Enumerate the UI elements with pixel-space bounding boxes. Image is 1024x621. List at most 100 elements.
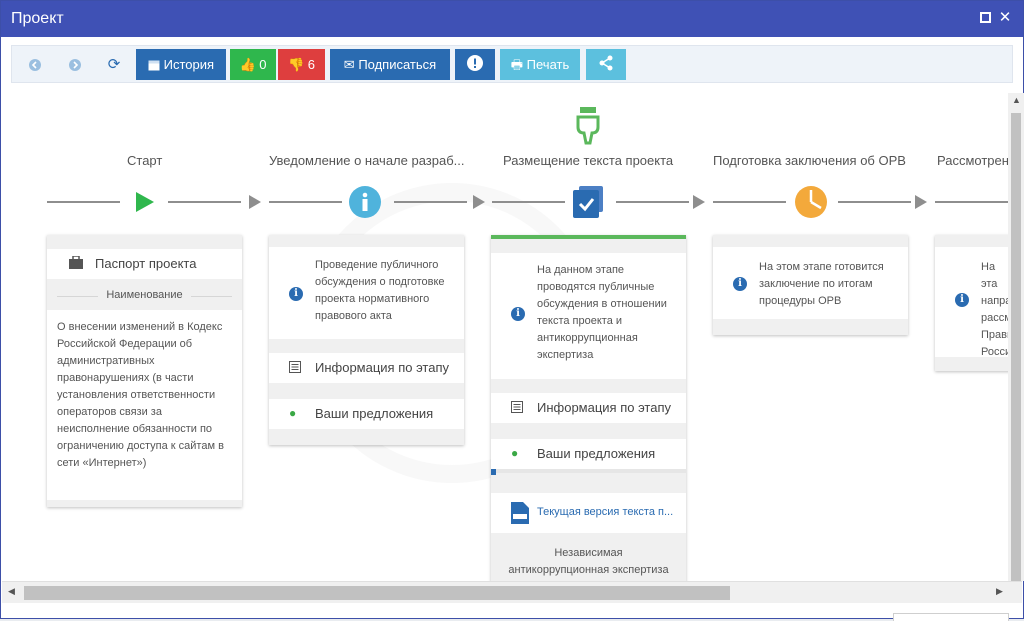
envelope-icon: ✉	[343, 57, 355, 72]
stage-info-link[interactable]: Информация по этапу	[491, 393, 686, 423]
proposals-link[interactable]: ● Ваши предложения	[491, 439, 686, 469]
proposals-label: Ваши предложения	[537, 446, 656, 461]
proposals-link[interactable]: ● Ваши предложения	[269, 399, 464, 429]
close-icon: ✕	[998, 9, 1012, 26]
description-line: обсуждения о подготовке	[315, 276, 445, 288]
like-count: 0	[259, 57, 267, 72]
timeline-line	[713, 201, 786, 203]
stage-description: i На данном этапе проводятся публичные о…	[491, 253, 686, 379]
description-line: напра	[981, 295, 1008, 307]
history-label: История	[163, 57, 215, 72]
project-name-line: ограничению доступа к сайтам в	[57, 440, 224, 452]
expertise-line: антикоррупционная экспертиза	[508, 564, 669, 576]
timeline-line	[168, 201, 241, 203]
stage-description: i Проведение публичного обсуждения о под…	[269, 247, 464, 339]
close-button[interactable]: ✕	[997, 10, 1013, 26]
description-line: экспертиза	[537, 349, 594, 361]
description-line: процедуры ОРВ	[759, 295, 842, 307]
dislike-count: 6	[307, 57, 316, 72]
description-line: антикоррупционная	[537, 332, 638, 344]
stage-card-text: i На данном этапе проводятся публичные о…	[491, 235, 686, 581]
refresh-button[interactable]: ⟳	[101, 49, 127, 80]
play-icon[interactable]	[134, 191, 156, 213]
scroll-left-icon[interactable]: ◀	[8, 586, 15, 597]
stage-label-start: Старт	[127, 153, 163, 168]
pie-progress-icon[interactable]	[795, 186, 827, 218]
proposals-label: Ваши предложения	[315, 406, 434, 421]
stage-info-icon[interactable]	[349, 186, 381, 218]
timeline-arrow	[915, 195, 927, 209]
like-button[interactable]: 👍 0	[230, 49, 276, 80]
print-label: Печать	[526, 57, 570, 72]
vertical-scroll-thumb[interactable]	[1011, 113, 1021, 593]
progress-track	[491, 469, 686, 475]
description-line: Прави	[981, 329, 1008, 341]
description-line: На эта	[981, 261, 998, 290]
timeline-arrow	[693, 195, 705, 209]
current-stage-pointer-icon	[576, 107, 600, 145]
history-button[interactable]: История	[136, 49, 226, 80]
workflow-area: Старт Уведомление о начале разраб... Раз…	[2, 93, 1008, 581]
footer-button[interactable]	[893, 613, 1009, 621]
stage-description-text: На эта напра рассм Прави Росси	[981, 259, 1008, 361]
current-text-version-link[interactable]: Текущая версия текста п...	[491, 493, 686, 533]
scroll-up-icon[interactable]: ▲	[1012, 95, 1021, 105]
doc-link-label: Текущая версия текста п...	[537, 506, 674, 518]
scroll-right-icon[interactable]: ▶	[996, 586, 1003, 597]
timeline-line	[616, 201, 689, 203]
stage-info-label: Информация по этапу	[315, 360, 450, 375]
back-button[interactable]	[22, 49, 48, 80]
project-name-line: сети «Интернет»)	[57, 457, 147, 469]
timeline-line	[838, 201, 911, 203]
window-title: Проект	[11, 10, 64, 27]
timeline-line	[47, 201, 120, 203]
forward-button[interactable]	[62, 49, 88, 80]
passport-link[interactable]: Паспорт проекта	[47, 249, 242, 279]
project-name-line: О внесении изменений в Кодекс	[57, 321, 223, 333]
exclamation-icon	[467, 55, 483, 71]
project-name-line: правонарушениях (в части	[57, 372, 194, 384]
project-name-block: О внесении изменений в Кодекс Российской…	[47, 310, 242, 500]
project-name-line: административных	[57, 355, 155, 367]
info-icon: i	[955, 293, 969, 307]
stage-info-link[interactable]: Информация по этапу	[269, 353, 464, 383]
dislike-button[interactable]: 👎 6	[278, 49, 325, 80]
info-icon: i	[289, 287, 303, 301]
timeline-line	[492, 201, 565, 203]
maximize-button[interactable]	[977, 10, 993, 26]
project-name-line: установления ответственности	[57, 389, 216, 401]
subscribe-button[interactable]: ✉ Подписаться	[330, 49, 450, 80]
stage-label-text: Размещение текста проекта	[503, 153, 674, 168]
timeline-arrow	[249, 195, 261, 209]
description-line: обсуждения в отношении	[537, 298, 667, 310]
document-check-icon[interactable]	[573, 186, 603, 218]
stage-label-notice: Уведомление о начале разраб...	[269, 153, 465, 168]
stage-info-label: Информация по этапу	[537, 400, 672, 415]
stage-card-notice: i Проведение публичного обсуждения о под…	[269, 235, 464, 445]
print-button[interactable]: 🖶 Печать	[500, 49, 580, 80]
timeline-line	[269, 201, 342, 203]
timeline-line	[935, 201, 1008, 203]
stage-label-orv: Подготовка заключения об ОРВ	[713, 153, 906, 168]
horizontal-scrollbar[interactable]: ◀ ▶	[2, 581, 1022, 603]
refresh-icon: ⟳	[107, 56, 121, 73]
info-icon: i	[733, 277, 747, 291]
stage-card-start: Паспорт проекта Наименование О внесении …	[47, 235, 242, 507]
progress-fill	[491, 469, 496, 475]
project-name-line: операторов связи за	[57, 406, 162, 418]
stage-label-review: Рассмотрение	[937, 153, 1008, 168]
description-line: проводятся публичные	[537, 281, 655, 293]
anticorruption-expertise[interactable]: Независимая антикоррупционная экспертиза	[491, 545, 686, 579]
description-line: Росси	[981, 346, 1008, 358]
comment-icon: ●	[289, 406, 297, 420]
description-line: На данном этапе	[537, 264, 625, 276]
share-button[interactable]	[586, 49, 626, 80]
horizontal-scroll-thumb[interactable]	[24, 586, 730, 600]
name-heading: Наименование	[47, 289, 242, 301]
description-line: На этом этапе готовится	[759, 261, 884, 273]
report-button[interactable]	[455, 49, 495, 80]
stage-description-text: Проведение публичного обсуждения о подго…	[315, 257, 460, 325]
vertical-scrollbar[interactable]: ▲	[1008, 93, 1024, 593]
description-line: рассм	[981, 312, 1008, 324]
passport-label: Паспорт проекта	[95, 256, 197, 271]
